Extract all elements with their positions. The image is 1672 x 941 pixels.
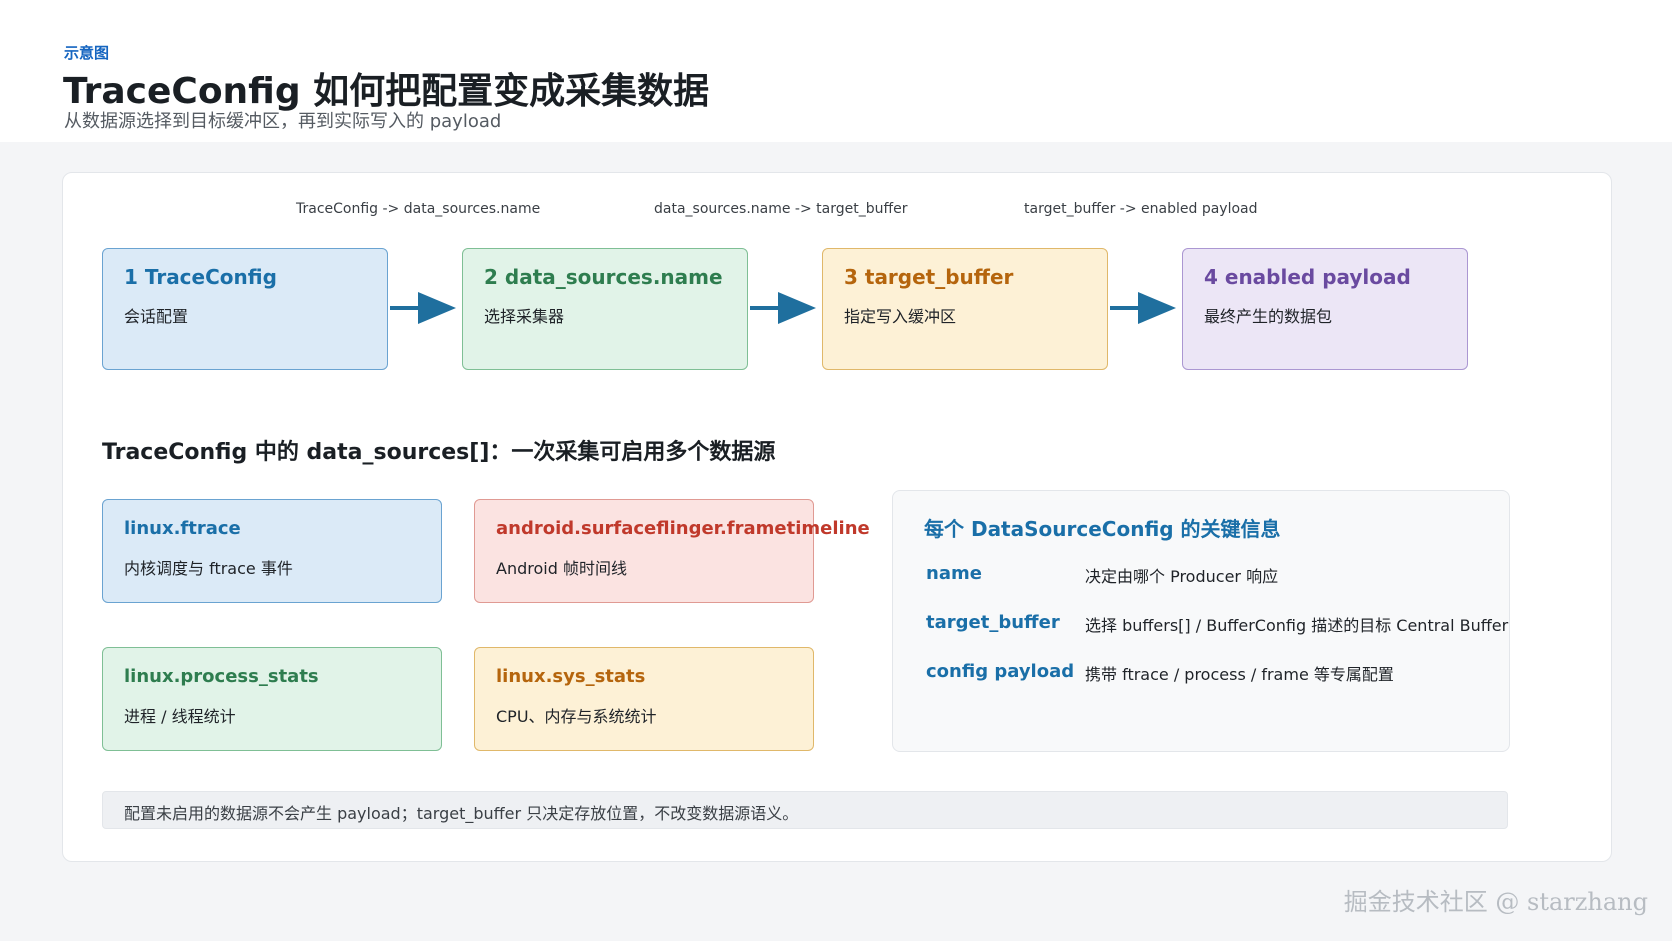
source-desc: 进程 / 线程统计 [124, 707, 236, 726]
source-linux-ftrace: linux.ftrace 内核调度与 ftrace 事件 [102, 499, 442, 603]
stage-title: 1 TraceConfig [124, 265, 277, 289]
footnote-bar: 配置未启用的数据源不会产生 payload；target_buffer 只决定存… [102, 791, 1508, 829]
stage-title: 4 enabled payload [1204, 265, 1411, 289]
edge-label-1: TraceConfig -> data_sources.name [296, 201, 541, 217]
stage-data-sources-name: 2 data_sources.name 选择采集器 [462, 248, 748, 370]
watermark: 掘金技术社区 @ starzhang [1343, 888, 1648, 916]
source-name: linux.process_stats [124, 666, 319, 687]
source-name: linux.sys_stats [496, 666, 646, 687]
source-process-stats: linux.process_stats 进程 / 线程统计 [102, 647, 442, 751]
source-desc: CPU、内存与系统统计 [496, 707, 657, 726]
arrow-right-icon [750, 292, 816, 324]
arrow-right-icon [1110, 292, 1176, 324]
datasourceconfig-info-panel: 每个 DataSourceConfig 的关键信息 name 决定由哪个 Pro… [892, 490, 1510, 752]
header: 示意图 TraceConfig 如何把配置变成采集数据 从数据源选择到目标缓冲区… [0, 0, 1672, 142]
stage-title: 3 target_buffer [844, 265, 1014, 289]
edge-label-2: data_sources.name -> target_buffer [654, 201, 908, 217]
source-desc: Android 帧时间线 [496, 559, 627, 578]
edge-label-3: target_buffer -> enabled payload [1024, 201, 1258, 217]
source-name: android.surfaceflinger.frametimeline [496, 518, 870, 539]
source-desc: 内核调度与 ftrace 事件 [124, 559, 293, 578]
sources-heading: TraceConfig 中的 data_sources[]：一次采集可启用多个数… [102, 440, 776, 465]
footnote-text: 配置未启用的数据源不会产生 payload；target_buffer 只决定存… [124, 804, 799, 823]
info-key-config-payload: config payload [926, 661, 1075, 682]
info-title: 每个 DataSourceConfig 的关键信息 [924, 517, 1281, 541]
stage-title: 2 data_sources.name [484, 265, 723, 289]
stage-desc: 会话配置 [124, 307, 189, 326]
stage-target-buffer: 3 target_buffer 指定写入缓冲区 [822, 248, 1108, 370]
kicker-label: 示意图 [64, 44, 110, 62]
page-subtitle: 从数据源选择到目标缓冲区，再到实际写入的 payload [64, 111, 502, 132]
info-key-name: name [926, 563, 982, 584]
stage-enabled-payload: 4 enabled payload 最终产生的数据包 [1182, 248, 1468, 370]
info-key-target-buffer: target_buffer [926, 612, 1060, 633]
stage-traceconfig: 1 TraceConfig 会话配置 [102, 248, 388, 370]
info-value-target-buffer: 选择 buffers[] / BufferConfig 描述的目标 Centra… [1085, 616, 1509, 635]
stage-desc: 选择采集器 [484, 307, 565, 326]
info-value-name: 决定由哪个 Producer 响应 [1085, 567, 1279, 586]
stage-desc: 最终产生的数据包 [1204, 307, 1333, 326]
arrow-right-icon [390, 292, 456, 324]
source-name: linux.ftrace [124, 518, 241, 539]
source-sys-stats: linux.sys_stats CPU、内存与系统统计 [474, 647, 814, 751]
stage-desc: 指定写入缓冲区 [844, 307, 957, 326]
source-frametimeline: android.surfaceflinger.frametimeline And… [474, 499, 870, 603]
info-value-config-payload: 携带 ftrace / process / frame 等专属配置 [1085, 665, 1394, 684]
